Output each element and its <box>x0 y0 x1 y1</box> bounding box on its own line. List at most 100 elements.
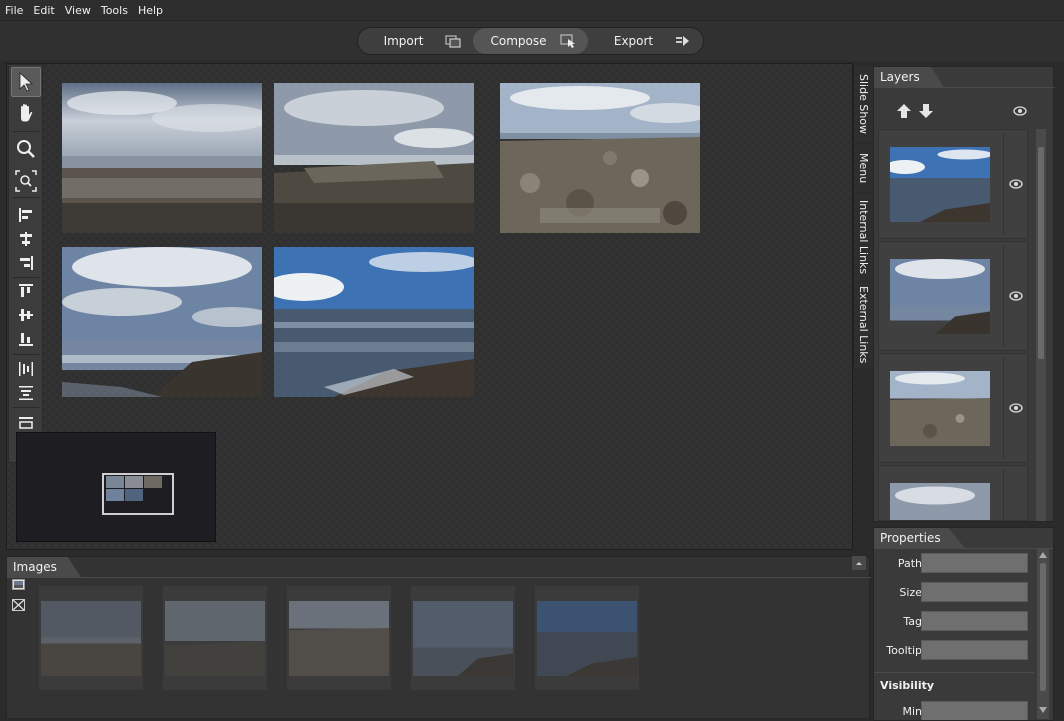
align-left-icon <box>19 208 32 222</box>
tab-slide-show[interactable]: Slide Show <box>853 66 873 142</box>
image-thumbnail[interactable] <box>39 586 143 690</box>
layers-scroll-thumb[interactable] <box>1038 147 1044 359</box>
mode-import-button[interactable]: Import <box>358 28 473 54</box>
align-right-icon <box>20 256 33 270</box>
zoom-fit-tool[interactable] <box>11 169 41 193</box>
import-icon <box>445 35 461 48</box>
property-min: Min <box>874 701 1034 720</box>
scroll-down-icon[interactable] <box>1039 707 1047 713</box>
mode-compose-button[interactable]: Compose <box>473 28 588 54</box>
eye-icon[interactable] <box>1009 179 1023 189</box>
property-path-label: Path <box>897 557 922 570</box>
layer-item[interactable] <box>878 129 1028 239</box>
pointer-tool[interactable] <box>11 67 41 97</box>
align-middle-vertical-tool[interactable] <box>11 303 41 327</box>
canvas-photo[interactable] <box>274 83 474 233</box>
property-path: Path <box>874 553 1034 575</box>
image-thumbnail[interactable] <box>535 586 639 690</box>
tab-internal-links[interactable]: Internal Links <box>853 194 873 280</box>
scroll-up-icon[interactable] <box>1039 552 1047 558</box>
image-thumbnail[interactable] <box>411 586 515 690</box>
eye-icon[interactable] <box>1009 403 1023 413</box>
mode-compose-label: Compose <box>490 34 547 48</box>
property-tooltip-input[interactable] <box>921 640 1028 660</box>
property-size-input[interactable] <box>921 582 1028 602</box>
mode-export-button[interactable]: Export <box>588 28 703 54</box>
canvas-photo[interactable] <box>62 83 262 233</box>
menu-edit[interactable]: Edit <box>28 0 59 21</box>
add-image-icon[interactable] <box>12 579 25 590</box>
align-top-tool[interactable] <box>11 279 41 303</box>
layer-item[interactable] <box>878 465 1028 521</box>
layer-thumbnail <box>890 259 990 334</box>
menu-view[interactable]: View <box>60 0 96 21</box>
property-min-input[interactable] <box>921 701 1028 720</box>
menu-file[interactable]: File <box>0 0 28 21</box>
visibility-section-title: Visibility <box>880 679 935 692</box>
tool-separator <box>13 197 39 198</box>
distribute-horizontal-tool[interactable] <box>11 357 41 381</box>
properties-panel: Properties Path Size Tag Tooltip Visibil… <box>873 527 1054 721</box>
property-tooltip: Tooltip <box>874 640 1034 662</box>
property-tag-input[interactable] <box>921 611 1028 631</box>
navigator-thumb <box>106 476 124 488</box>
arrow-down-icon[interactable] <box>918 103 934 119</box>
image-thumbnail[interactable] <box>163 586 267 690</box>
layer-item[interactable] <box>878 353 1028 463</box>
align-center-horizontal-tool[interactable] <box>11 227 41 251</box>
navigator-thumb <box>125 476 143 488</box>
zoom-tool[interactable] <box>11 137 41 161</box>
chevron-up-icon <box>856 562 862 565</box>
align-left-tool[interactable] <box>11 203 41 227</box>
layer-thumbnail <box>890 483 990 520</box>
distribute-vertical-tool[interactable] <box>11 381 41 405</box>
image-thumbnail[interactable] <box>287 586 391 690</box>
canvas-photo[interactable] <box>274 247 474 397</box>
menu-tools[interactable]: Tools <box>96 0 133 21</box>
navigator-viewport[interactable] <box>102 473 174 515</box>
canvas-navigator[interactable] <box>16 432 216 542</box>
export-icon <box>676 36 689 46</box>
navigator-thumb <box>106 489 124 501</box>
property-tag: Tag <box>874 611 1034 633</box>
align-right-tool[interactable] <box>11 251 41 275</box>
tab-internal-links-label: Internal Links <box>857 199 870 275</box>
align-center-horizontal-icon <box>20 232 32 246</box>
images-panel: Images <box>6 556 871 719</box>
images-panel-collapse-button[interactable] <box>852 556 866 570</box>
pan-tool[interactable] <box>11 101 41 125</box>
tab-external-links-label: External Links <box>857 286 870 364</box>
tool-separator <box>13 277 39 278</box>
layers-scrollbar[interactable] <box>1036 129 1046 521</box>
same-width-icon <box>19 417 33 429</box>
layer-item[interactable] <box>878 241 1028 351</box>
eye-icon[interactable] <box>1013 106 1027 116</box>
arrow-up-icon[interactable] <box>896 103 912 119</box>
pointer-icon <box>19 72 34 92</box>
property-size: Size <box>874 582 1034 604</box>
properties-scrollbar[interactable] <box>1037 549 1049 719</box>
layers-panel: Layers <box>873 66 1055 522</box>
mode-import-label: Import <box>383 34 424 48</box>
tab-menu[interactable]: Menu <box>853 144 873 192</box>
menu-help[interactable]: Help <box>133 0 168 21</box>
property-tag-label: Tag <box>903 615 922 628</box>
mode-switch: Import Compose Export <box>357 27 704 55</box>
canvas-photo[interactable] <box>62 247 262 397</box>
navigator-thumb <box>125 489 143 501</box>
navigator-thumb <box>144 476 162 488</box>
tool-separator <box>13 407 39 408</box>
tab-slide-show-label: Slide Show <box>857 73 870 135</box>
remove-image-icon[interactable] <box>12 599 25 611</box>
hand-pan-icon <box>21 104 33 122</box>
canvas-photo[interactable] <box>500 83 700 233</box>
zoom-fit-icon <box>15 170 37 192</box>
images-title: Images <box>7 557 81 577</box>
align-bottom-tool[interactable] <box>11 327 41 351</box>
property-size-label: Size <box>899 586 922 599</box>
align-middle-vertical-icon <box>19 309 33 321</box>
eye-icon[interactable] <box>1009 291 1023 301</box>
tab-external-links[interactable]: External Links <box>853 282 873 368</box>
property-path-input[interactable] <box>921 553 1028 573</box>
properties-scroll-thumb[interactable] <box>1040 563 1046 691</box>
